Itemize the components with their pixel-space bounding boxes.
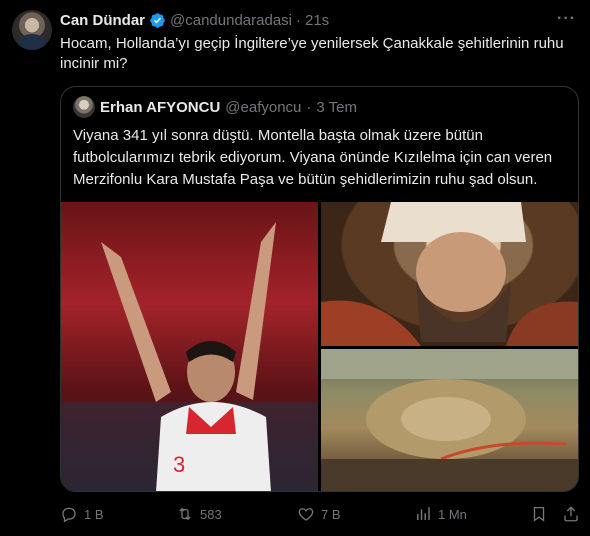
quote-timestamp: 3 Tem: [316, 98, 357, 116]
action-bar: 1 B 583 7 B 1 Mn: [60, 505, 582, 525]
quote-avatar: [73, 96, 95, 118]
quote-text: Viyana 341 yıl sonra düştü. Montella baş…: [73, 127, 553, 188]
tweet-header: Can Dündar @candundaradasi · 21s: [60, 10, 329, 30]
reply-button[interactable]: 1 B: [60, 505, 104, 523]
views-button[interactable]: 1 Mn: [414, 505, 467, 523]
quote-author-name: Erhan AFYONCU: [100, 98, 221, 116]
retweet-count: 583: [200, 506, 222, 522]
retweet-icon: [179, 507, 191, 521]
share-icon: [564, 506, 578, 522]
share-button[interactable]: [562, 505, 580, 523]
tweet-text: Hocam, Hollanda’yı geçip İngiltere’ye ye…: [60, 35, 564, 72]
quoted-tweet[interactable]: Erhan AFYONCU @eafyoncu · 3 Tem Viyana 3…: [60, 86, 579, 492]
more-icon[interactable]: ···: [557, 10, 576, 28]
separator-dot: ·: [296, 11, 301, 29]
avatar[interactable]: [12, 10, 52, 50]
media-grid: 3: [61, 202, 578, 491]
like-button[interactable]: 7 B: [297, 505, 341, 523]
battle-painting[interactable]: [321, 349, 578, 491]
svg-text:3: 3: [173, 452, 185, 477]
author-handle[interactable]: @candundaradasi: [170, 12, 292, 29]
retweet-button[interactable]: 583: [176, 505, 222, 523]
reply-icon: [62, 507, 76, 523]
like-icon: [298, 508, 314, 521]
verified-badge-icon: [149, 12, 166, 29]
reply-count: 1 B: [84, 506, 104, 522]
author-name[interactable]: Can Dündar: [60, 12, 145, 29]
quote-header: Erhan AFYONCU @eafyoncu · 3 Tem: [73, 96, 357, 118]
bookmark-icon: [533, 506, 545, 522]
views-count: 1 Mn: [438, 506, 467, 522]
timestamp[interactable]: 21s: [305, 12, 329, 29]
like-count: 7 B: [321, 506, 341, 522]
bookmark-button[interactable]: [530, 505, 548, 523]
quote-author-handle: @eafyoncu: [225, 98, 302, 116]
player-photo[interactable]: 3: [61, 202, 318, 491]
tweet[interactable]: Can Dündar @candundaradasi · 21s ··· Hoc…: [0, 0, 590, 536]
quote-separator-dot: ·: [306, 98, 312, 116]
portrait-painting[interactable]: [321, 202, 578, 346]
views-icon: [417, 507, 430, 520]
